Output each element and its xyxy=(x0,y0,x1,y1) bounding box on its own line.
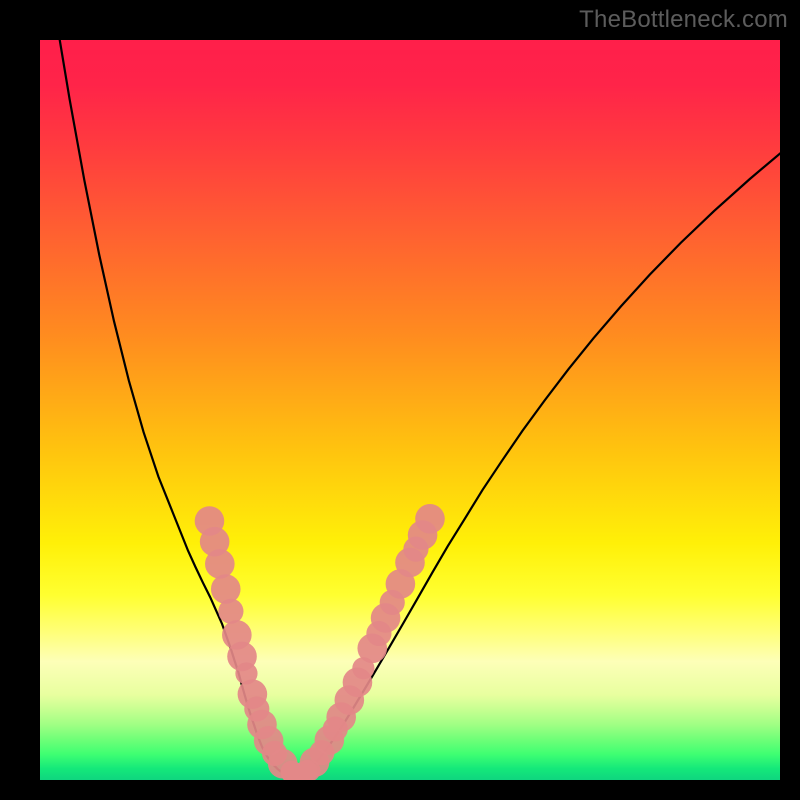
marker-left xyxy=(218,599,243,624)
bottleneck-curves xyxy=(40,40,780,780)
marker-left xyxy=(205,549,235,579)
marker-right xyxy=(415,504,445,534)
chart-frame: TheBottleneck.com xyxy=(0,0,800,800)
watermark-text: TheBottleneck.com xyxy=(579,6,788,34)
marker-left xyxy=(211,574,241,604)
curve-left-curve xyxy=(40,40,296,779)
plot-area xyxy=(40,40,780,780)
